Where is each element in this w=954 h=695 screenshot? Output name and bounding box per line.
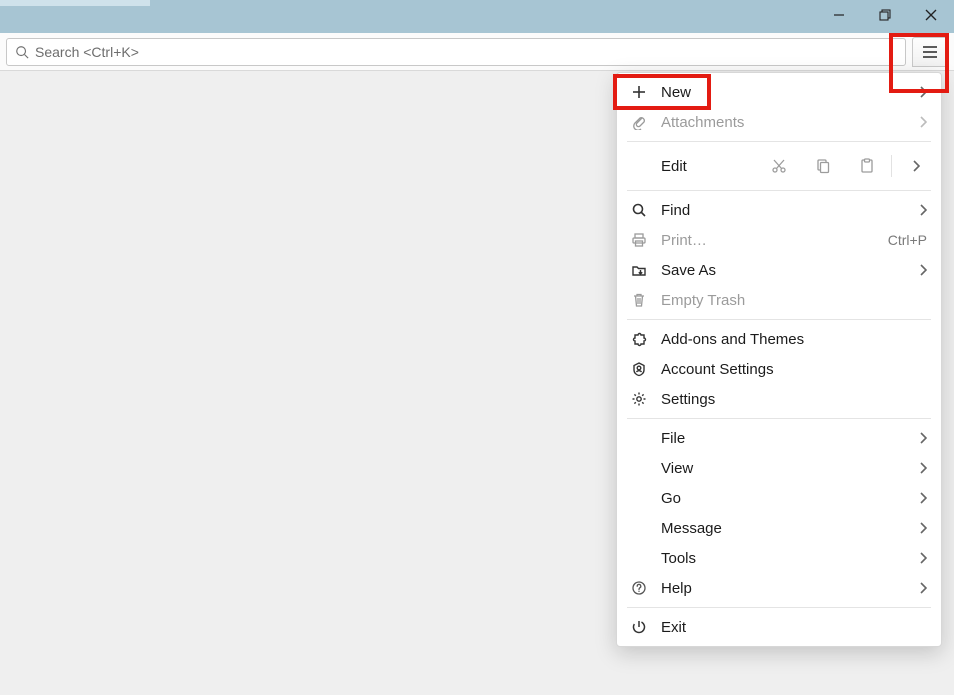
clipboard-icon [859,158,875,174]
chevron-right-icon [919,432,927,444]
chevron-right-icon [919,462,927,474]
close-button[interactable] [908,0,954,30]
chevron-right-icon [919,492,927,504]
app-menu-button[interactable] [912,37,948,67]
menu-item-file[interactable]: File [617,423,941,453]
menu-label: Empty Trash [661,292,927,309]
menu-label: View [661,460,907,477]
cut-button[interactable] [757,151,801,181]
menu-separator [627,141,931,142]
menu-label: Account Settings [661,361,927,378]
menu-item-go[interactable]: Go [617,483,941,513]
menu-item-print: Print… Ctrl+P [617,225,941,255]
menu-separator [627,190,931,191]
search-input[interactable]: Search <Ctrl+K> [6,38,906,66]
menu-label: Print… [661,232,876,249]
menu-item-find[interactable]: Find [617,195,941,225]
menu-label: New [661,84,907,101]
menu-item-empty-trash: Empty Trash [617,285,941,315]
menu-separator [627,319,931,320]
menu-item-save-as[interactable]: Save As [617,255,941,285]
menu-label: Go [661,490,907,507]
menu-label: Settings [661,391,927,408]
menu-label: File [661,430,907,447]
menu-item-account-settings[interactable]: Account Settings [617,354,941,384]
menu-item-message[interactable]: Message [617,513,941,543]
menu-label: Find [661,202,907,219]
search-icon [15,45,29,59]
paste-button[interactable] [845,151,889,181]
menu-separator [627,607,931,608]
title-bar [0,0,954,33]
menu-item-edit: Edit [617,146,941,186]
menu-item-settings[interactable]: Settings [617,384,941,414]
copy-icon [815,158,831,174]
menu-item-addons[interactable]: Add-ons and Themes [617,324,941,354]
search-icon [629,202,649,218]
menu-label: Exit [661,619,927,636]
search-placeholder: Search <Ctrl+K> [35,44,139,60]
menu-item-view[interactable]: View [617,453,941,483]
chevron-right-icon [912,160,920,172]
title-bar-accent [0,0,150,6]
app-menu: New Attachments Edit [616,72,942,647]
help-icon [629,580,649,596]
minimize-button[interactable] [816,0,862,30]
edit-submenu-button[interactable] [894,151,938,181]
copy-button[interactable] [801,151,845,181]
chevron-right-icon [919,522,927,534]
folder-icon [629,262,649,278]
menu-item-new[interactable]: New [617,77,941,107]
puzzle-icon [629,331,649,347]
divider [891,155,892,177]
menu-separator [627,418,931,419]
chevron-right-icon [919,116,927,128]
menu-item-exit[interactable]: Exit [617,612,941,642]
menu-label: Add-ons and Themes [661,331,927,348]
plus-icon [629,84,649,100]
toolbar: Search <Ctrl+K> [0,33,954,71]
menu-label: Attachments [661,114,907,131]
trash-icon [629,292,649,308]
menu-item-help[interactable]: Help [617,573,941,603]
printer-icon [629,232,649,248]
chevron-right-icon [919,86,927,98]
menu-shortcut: Ctrl+P [888,232,927,248]
menu-label: Message [661,520,907,537]
maximize-button[interactable] [862,0,908,30]
menu-label: Tools [661,550,907,567]
window-controls [816,0,954,33]
paperclip-icon [629,114,649,130]
account-icon [629,361,649,377]
menu-item-attachments: Attachments [617,107,941,137]
chevron-right-icon [919,582,927,594]
chevron-right-icon [919,552,927,564]
menu-label: Save As [661,262,907,279]
menu-item-tools[interactable]: Tools [617,543,941,573]
chevron-right-icon [919,204,927,216]
menu-label: Edit [629,158,747,175]
power-icon [629,619,649,635]
hamburger-icon [922,45,938,59]
chevron-right-icon [919,264,927,276]
menu-label: Help [661,580,907,597]
scissors-icon [771,158,787,174]
gear-icon [629,391,649,407]
